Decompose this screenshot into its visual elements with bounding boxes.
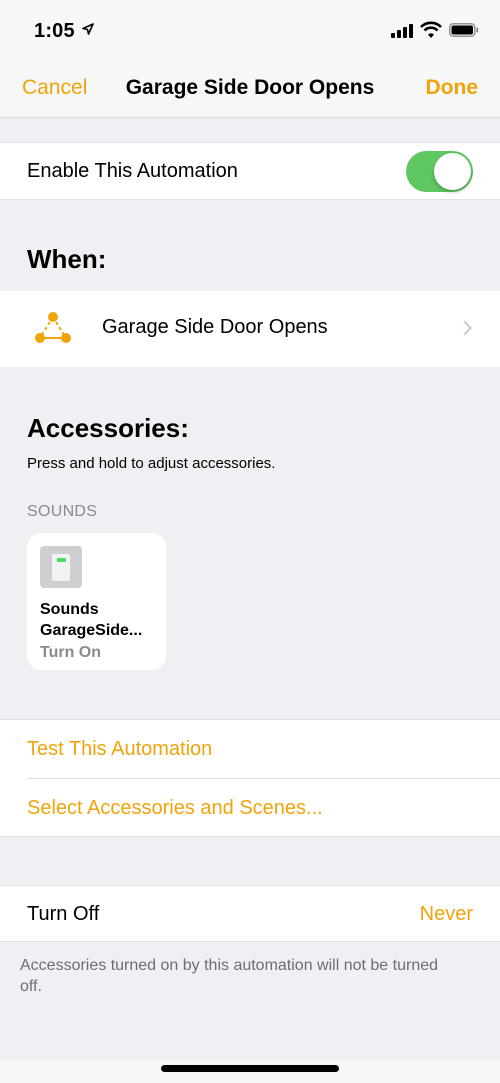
accessory-tile[interactable]: Sounds GarageSide... Turn On (27, 533, 166, 670)
turn-off-footer-note: Accessories turned on by this automation… (20, 957, 439, 995)
trigger-label: Garage Side Door Opens (102, 316, 328, 338)
navigation-bar: Cancel Garage Side Door Opens Done (0, 60, 500, 118)
turn-off-value: Never (419, 903, 473, 925)
action-group: Test This Automation Select Accessories … (0, 719, 500, 837)
chevron-right-icon (463, 320, 472, 336)
toggle-knob (434, 153, 471, 190)
when-section-title: When: (27, 244, 107, 274)
accessory-name-line1: Sounds (40, 601, 99, 618)
divider (27, 778, 500, 779)
status-time: 1:05 (34, 20, 75, 42)
wifi-icon (420, 21, 442, 38)
select-accessories-button[interactable]: Select Accessories and Scenes... (27, 797, 323, 820)
enable-automation-row: Enable This Automation (0, 142, 500, 200)
cellular-signal-icon (391, 24, 413, 38)
battery-icon (449, 23, 479, 37)
automation-trigger-icon (35, 312, 71, 343)
done-button[interactable]: Done (426, 76, 479, 100)
accessory-name-line2: GarageSide... (40, 622, 143, 639)
switch-icon (40, 546, 82, 588)
turn-off-label: Turn Off (27, 903, 100, 925)
enable-automation-label: Enable This Automation (27, 160, 238, 182)
location-arrow-icon (82, 23, 94, 35)
accessory-group-header: SOUNDS (27, 503, 98, 520)
trigger-row[interactable]: Garage Side Door Opens (0, 291, 500, 367)
home-indicator[interactable] (161, 1065, 339, 1072)
accessories-section-title: Accessories: (27, 413, 189, 443)
test-automation-button[interactable]: Test This Automation (27, 738, 212, 761)
status-bar: 1:05 (0, 0, 500, 60)
turn-off-row[interactable]: Turn Off Never (0, 885, 500, 942)
accessory-status: Turn On (40, 644, 102, 661)
accessories-subtitle: Press and hold to adjust accessories. (27, 455, 276, 472)
enable-automation-toggle[interactable] (406, 151, 473, 192)
